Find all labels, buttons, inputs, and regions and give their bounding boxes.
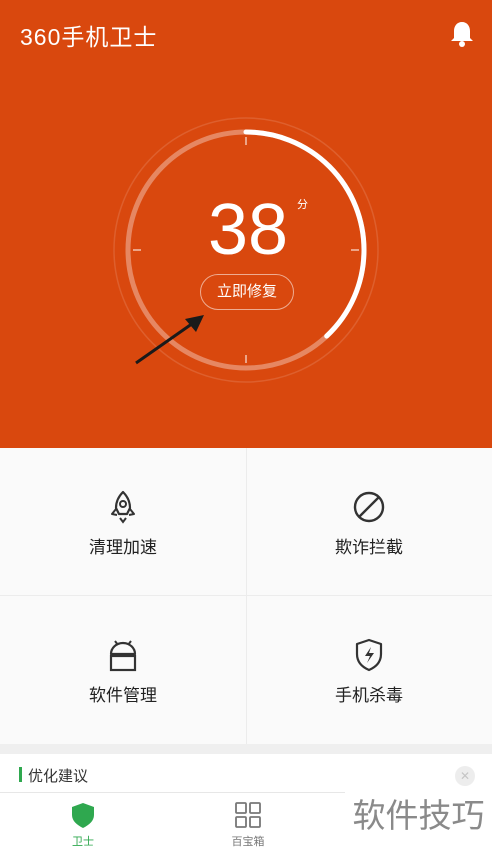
header-panel: 360手机卫士 38 分 立即修复 xyxy=(0,0,492,448)
grid-icon xyxy=(235,802,261,828)
feature-antivirus[interactable]: 手机杀毒 xyxy=(246,596,492,744)
tab-label: 卫士 xyxy=(72,835,94,848)
block-icon xyxy=(353,491,385,523)
feature-clean-speed[interactable]: 清理加速 xyxy=(0,448,246,596)
bell-icon[interactable] xyxy=(446,18,478,50)
watermark-text: 软件技巧 xyxy=(345,792,492,852)
shield-icon xyxy=(72,803,94,828)
rocket-icon xyxy=(111,490,135,524)
tab-guard[interactable]: 卫士 xyxy=(23,793,143,852)
suggestion-title: 优化建议 xyxy=(28,767,89,785)
feature-label: 清理加速 xyxy=(89,538,157,558)
feature-software-manage[interactable]: 软件管理 xyxy=(0,596,246,744)
tab-toolbox[interactable]: 百宝箱 xyxy=(188,793,308,852)
shield-bolt-icon xyxy=(355,638,383,672)
app-title: 360手机卫士 xyxy=(20,24,158,50)
section-gap xyxy=(0,744,492,754)
feature-label: 手机杀毒 xyxy=(335,686,403,706)
tab-label: 百宝箱 xyxy=(231,835,265,848)
feature-label: 欺诈拦截 xyxy=(335,538,403,558)
feature-fraud-block[interactable]: 欺诈拦截 xyxy=(246,448,492,596)
score-value: 38 xyxy=(207,190,289,270)
score-unit: 分 xyxy=(297,198,308,211)
close-icon[interactable]: ✕ xyxy=(455,766,475,786)
feature-label: 软件管理 xyxy=(89,686,157,706)
android-icon xyxy=(109,640,137,672)
bottom-tab-bar: 卫士 百宝箱 xyxy=(0,792,345,852)
pointer-arrow-icon xyxy=(135,315,204,365)
suggestion-accent-bar xyxy=(19,767,22,782)
optimization-suggestion[interactable]: 优化建议 ✕ xyxy=(0,754,492,792)
feature-grid: 清理加速 欺诈拦截 软件管理 手机杀毒 xyxy=(0,448,492,744)
